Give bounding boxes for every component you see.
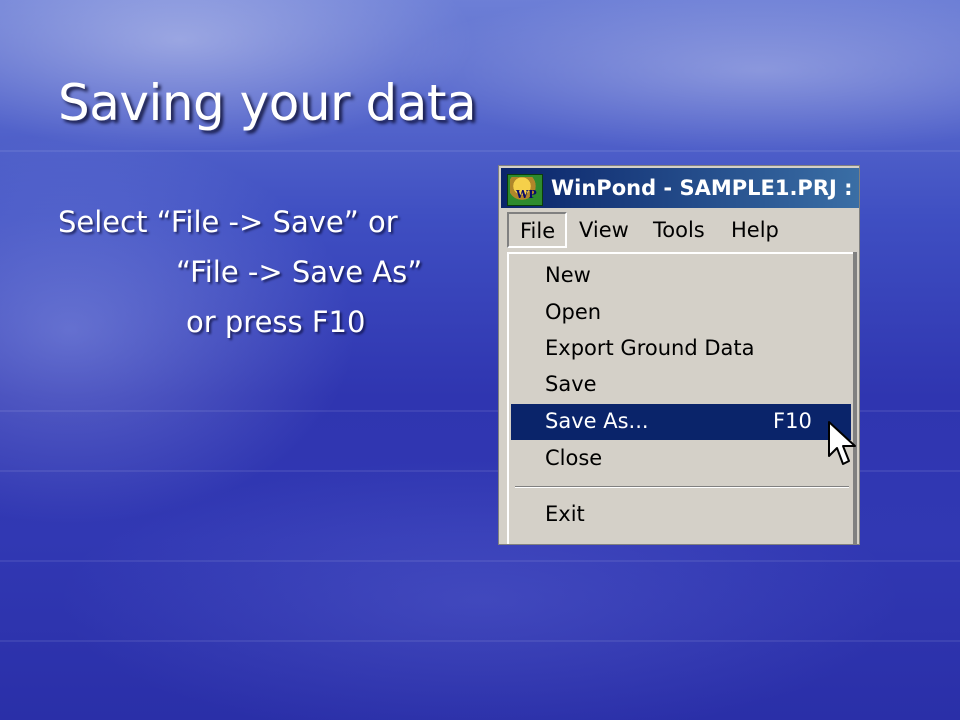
menu-item-open[interactable]: Open bbox=[511, 295, 851, 331]
menu-item-label: Exit bbox=[545, 502, 585, 526]
dropdown-shadow-edge bbox=[853, 252, 857, 544]
menu-item-label: Save bbox=[545, 372, 597, 396]
instruction-line-2: “File -> Save As” bbox=[176, 255, 423, 289]
app-icon-text: WP bbox=[516, 188, 537, 201]
menu-item-export-ground-data[interactable]: Export Ground Data bbox=[511, 331, 851, 367]
menu-file[interactable]: File bbox=[507, 212, 567, 248]
menu-bar: File View Tools Help bbox=[501, 210, 859, 250]
slide-title: Saving your data bbox=[58, 74, 477, 132]
menu-item-label: Export Ground Data bbox=[545, 336, 755, 360]
menu-item-shortcut: F10 bbox=[773, 409, 812, 433]
menu-tools[interactable]: Tools bbox=[653, 218, 705, 242]
menu-item-exit[interactable]: Exit bbox=[511, 497, 851, 533]
arrow-cursor-icon bbox=[828, 421, 856, 465]
menu-item-label: New bbox=[545, 263, 591, 287]
window-titlebar[interactable]: WP WinPond - SAMPLE1.PRJ : bbox=[501, 168, 859, 208]
menu-file-label: File bbox=[520, 219, 556, 243]
menu-item-close[interactable]: Close bbox=[511, 441, 851, 477]
menu-item-new[interactable]: New bbox=[511, 258, 851, 294]
menu-view[interactable]: View bbox=[579, 218, 629, 242]
menu-item-save[interactable]: Save bbox=[511, 367, 851, 403]
window-title: WinPond - SAMPLE1.PRJ : bbox=[551, 176, 853, 200]
menu-item-label: Open bbox=[545, 300, 602, 324]
winpond-screenshot: WP WinPond - SAMPLE1.PRJ : File View Too… bbox=[499, 166, 859, 544]
menu-item-label: Close bbox=[545, 446, 603, 470]
winpond-app-icon[interactable]: WP bbox=[507, 174, 543, 206]
instruction-line-3: or press F10 bbox=[186, 305, 366, 339]
instruction-line-1: Select “File -> Save” or bbox=[58, 205, 398, 239]
menu-item-save-as[interactable]: Save As... F10 bbox=[511, 404, 851, 440]
menu-help[interactable]: Help bbox=[731, 218, 779, 242]
menu-separator bbox=[515, 486, 849, 488]
menu-item-label: Save As... bbox=[545, 409, 649, 433]
